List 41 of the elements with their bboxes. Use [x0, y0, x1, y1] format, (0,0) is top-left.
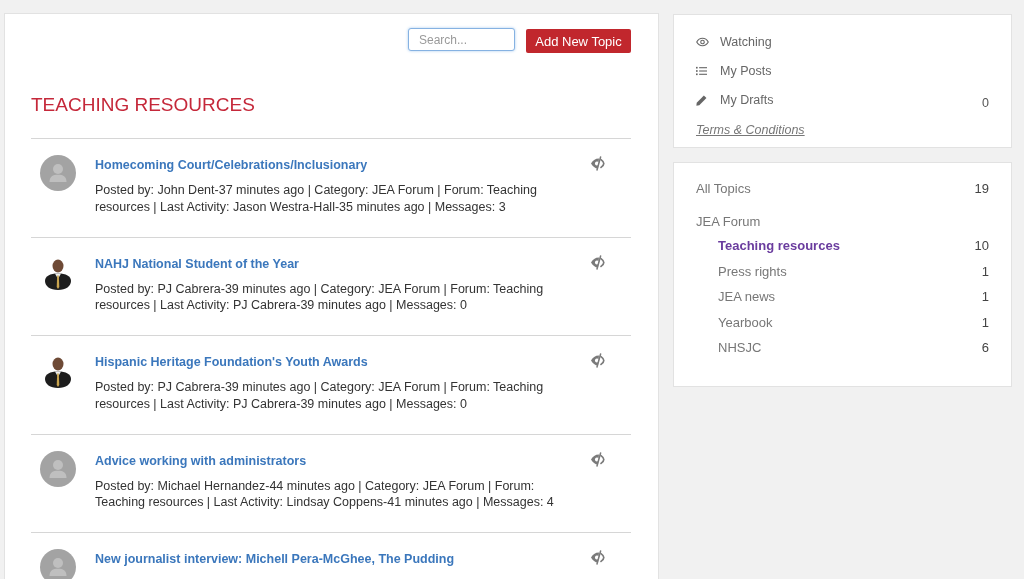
topic-title-link[interactable]: Homecoming Court/Celebrations/Inclusionary	[95, 157, 368, 173]
topic-title-link[interactable]: Hispanic Heritage Foundation's Youth Awards	[95, 354, 368, 370]
sidebar-link[interactable]: My Posts	[696, 63, 772, 78]
list-icon	[696, 65, 707, 76]
pencil-icon	[696, 94, 707, 106]
topic-meta: Posted by: John Dent-37 minutes ago | Category: JEA Forum | Forum: Teaching resources | Last Activity: Jason Westra-Hall-35 minutes ago | Messages: 3	[95, 182, 538, 215]
topic-meta: Posted by: Michael Hernandez-44 minutes ago | Category: JEA Forum | Forum: Teaching resources | Last Activity: Lindsay Coppens-41 minutes ago | Messages: 4	[95, 477, 555, 511]
item-count: 0	[982, 95, 989, 110]
default-avatar-icon	[40, 549, 76, 579]
sidebar-link[interactable]: My Drafts	[696, 93, 774, 108]
topic-meta: Posted by: PJ Cabrera-39 minutes ago | Category: JEA Forum | Forum: Teaching resources | Last Activity: PJ Cabrera-39 minutes ago | Messages: 0	[95, 280, 545, 314]
default-avatar-icon	[40, 155, 76, 191]
eye-slash-icon[interactable]	[590, 156, 606, 171]
sidebar-link[interactable]: Watching	[696, 34, 772, 49]
nav-link[interactable]: NHSJC	[718, 340, 762, 356]
nav-link[interactable]: Yearbook	[718, 314, 773, 330]
eye-slash-icon[interactable]	[590, 451, 606, 467]
eye-slash-icon[interactable]	[590, 550, 606, 565]
topic-meta: Posted by: PJ Cabrera-39 minutes ago | Category: JEA Forum | Forum: Teaching resources | Last Activity: PJ Cabrera-39 minutes ago | Messages: 0	[95, 379, 545, 412]
nav-link[interactable]: All Topics	[696, 181, 751, 197]
topic-count: 1	[981, 314, 989, 330]
add-topic-button[interactable]: Add New Topic	[526, 29, 631, 53]
nav-link[interactable]: JEA Forum	[696, 214, 761, 230]
topic-title-link[interactable]: Advice working with administrators	[95, 452, 307, 469]
topic-count: 10	[974, 238, 989, 254]
topic-title-link[interactable]: NAHJ National Student of the Year	[95, 255, 299, 272]
topic-title-link[interactable]: New journalist interview: Michell Pera-McGhee, The Pudding	[95, 551, 455, 567]
terms-link[interactable]: Terms & Conditions	[696, 121, 805, 138]
eye-slash-icon[interactable]	[590, 254, 606, 270]
eye-slash-icon[interactable]	[590, 353, 606, 368]
topic-count: 6	[981, 340, 989, 356]
search-field[interactable]: Search...	[408, 28, 515, 51]
topic-count: 1	[981, 289, 989, 305]
forum-heading: TEACHING RESOURCES	[31, 94, 255, 116]
nav-link[interactable]: JEA news	[718, 289, 776, 305]
default-avatar-icon	[40, 450, 76, 487]
topic-count: 19	[974, 181, 989, 197]
topic-count: 1	[981, 263, 989, 279]
nav-link[interactable]: Press rights	[718, 263, 787, 279]
nav-link[interactable]: Teaching resources	[718, 238, 840, 254]
eye-icon	[696, 36, 709, 47]
